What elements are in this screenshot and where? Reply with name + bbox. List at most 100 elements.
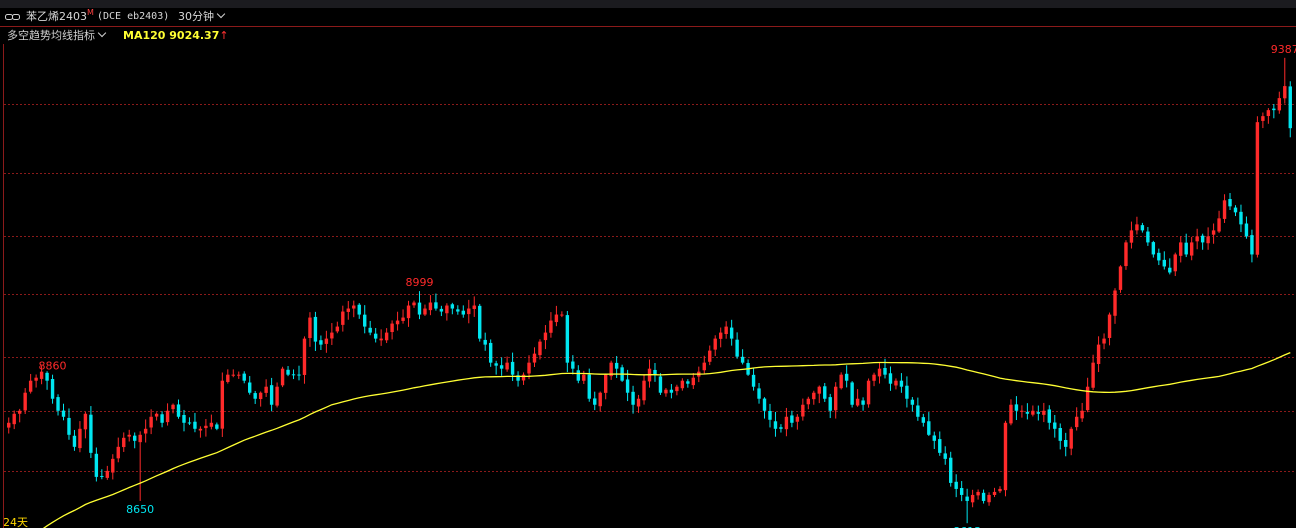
candle-body [614, 362, 619, 369]
candle-body [855, 398, 860, 406]
candle-body [275, 386, 279, 406]
candle-body [1107, 314, 1112, 338]
candle-body [204, 425, 208, 429]
grid-lines [4, 104, 1296, 472]
candle-body [724, 326, 728, 335]
candle-body [226, 374, 230, 382]
candle-body [127, 434, 131, 437]
candle-body [828, 397, 832, 411]
candle-body [740, 356, 745, 363]
candle-body [702, 362, 706, 371]
candle-body [850, 382, 854, 405]
candle-body [1206, 236, 1210, 244]
candle-body [1173, 254, 1177, 272]
price-label: 8650 [126, 503, 154, 516]
candle-body [368, 327, 372, 333]
candle-body [176, 404, 181, 417]
candle-body [1277, 98, 1282, 111]
candle-body [560, 314, 564, 316]
candle-body [83, 413, 88, 430]
candle-body [7, 422, 11, 428]
candle-body [390, 323, 394, 333]
candle-body [461, 310, 465, 315]
candle-body [395, 320, 400, 325]
candle-body [625, 379, 630, 393]
candle-body [669, 389, 674, 393]
candle-body [1239, 211, 1243, 225]
candle-body [483, 339, 487, 345]
price-labels-layer: 9387899988608650861324天 [3, 43, 1296, 528]
candle-body [587, 374, 591, 399]
instrument-name[interactable]: 苯乙烯2403 M [26, 8, 94, 26]
candle-body [675, 386, 679, 392]
candle-body [341, 311, 345, 325]
chevron-down-icon [216, 9, 226, 19]
link-icon[interactable] [5, 14, 20, 20]
period-selector[interactable]: 30分钟 [178, 8, 226, 26]
candle-body [784, 416, 789, 430]
candle-body [883, 367, 887, 375]
candle-body [297, 374, 301, 376]
candle-body [258, 392, 263, 400]
candle-body [571, 361, 575, 369]
candle-body [1047, 409, 1051, 423]
chart-title-bar: 苯乙烯2403 M (DCE eb2403) 30分钟 [0, 8, 1296, 26]
candle-body [970, 494, 975, 503]
candle-body [653, 369, 657, 375]
candle-body [1189, 242, 1194, 256]
candle-body [905, 385, 909, 399]
candle-body [510, 361, 515, 375]
candle-body [187, 422, 192, 424]
candle-body [834, 386, 838, 411]
indicator-selector[interactable]: 多空趋势均线指标 [7, 27, 107, 44]
candle-body [981, 492, 986, 501]
candle-body [790, 415, 794, 423]
candle-body [965, 496, 969, 501]
candle-body [1085, 386, 1090, 411]
ma-label: MA120 [123, 29, 166, 42]
candle-body [313, 316, 318, 342]
candle-body [89, 414, 93, 453]
candle-body [1129, 230, 1134, 243]
candle-body [762, 398, 767, 411]
candle-body [143, 428, 148, 434]
candle-body [45, 372, 49, 381]
candle-body [1200, 235, 1205, 243]
candlestick-chart[interactable]: 9387899988608650861324天 [0, 0, 1296, 528]
ma-value: 9024.37 [169, 29, 220, 42]
candle-body [888, 373, 893, 384]
candle-body [1014, 404, 1019, 411]
candle-body [910, 399, 915, 405]
candle-body [330, 332, 334, 339]
candle-body [527, 362, 531, 374]
candle-body [264, 386, 268, 393]
candle-body [1020, 410, 1024, 412]
candle-body [1064, 440, 1068, 447]
candle-body [28, 380, 33, 392]
candle-body [165, 410, 170, 423]
candle-body [894, 380, 898, 386]
candle-body [1151, 242, 1156, 255]
candle-body [751, 374, 756, 387]
top-toolbar-strip [0, 0, 1296, 8]
candle-body [959, 488, 964, 495]
candle-body [198, 428, 203, 431]
candle-body [1184, 242, 1188, 255]
candle-body [1074, 416, 1079, 428]
candle-body [1233, 207, 1238, 213]
candle-body [1135, 224, 1139, 231]
candle-body [467, 308, 471, 315]
candle-body [39, 371, 44, 379]
candle-body [1157, 252, 1161, 261]
candle-body [768, 411, 772, 420]
candle-body [193, 421, 197, 429]
candle-body [691, 377, 696, 386]
candle-body [1080, 410, 1084, 419]
candle-body [34, 377, 38, 381]
candle-body [406, 305, 411, 319]
candle-body [718, 332, 723, 339]
candle-body [664, 389, 668, 394]
main-contract-badge: M [87, 8, 94, 17]
candle-body [1113, 290, 1117, 316]
candle-body [729, 327, 734, 339]
